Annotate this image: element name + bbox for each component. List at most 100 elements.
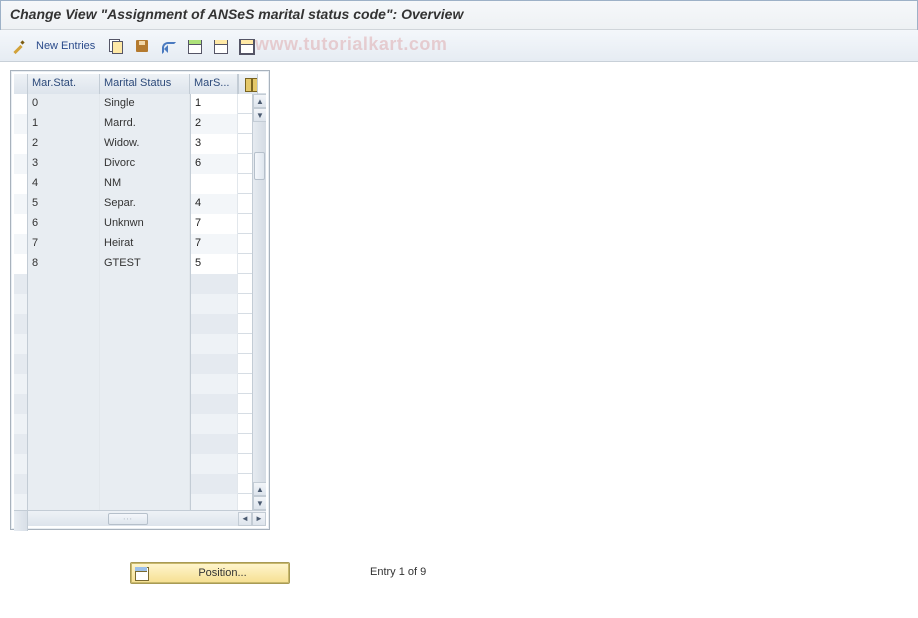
row-selector[interactable] (14, 154, 28, 174)
position-button[interactable]: Position... (130, 562, 290, 584)
horizontal-scrollbar[interactable]: ∙∙∙ ◄ ► (28, 511, 266, 526)
scroll-right-button[interactable]: ► (252, 512, 266, 526)
cell-maritalstatus (100, 434, 190, 454)
row-selector[interactable] (14, 354, 28, 374)
row-selector[interactable] (14, 454, 28, 474)
cell-marstat: 6 (28, 214, 100, 234)
row-selector[interactable] (14, 194, 28, 214)
table-row[interactable]: 0Single1 (14, 94, 252, 114)
select-all-button[interactable] (183, 35, 205, 57)
cell-mars[interactable] (190, 494, 238, 510)
row-selector[interactable] (14, 294, 28, 314)
scroll-page-down-button[interactable]: ▼ (253, 496, 266, 510)
configure-columns-button[interactable] (238, 74, 258, 94)
cell-maritalstatus: Single (100, 94, 190, 114)
vscroll-track[interactable] (253, 122, 266, 482)
row-selector[interactable] (14, 274, 28, 294)
table-row-empty[interactable] (14, 294, 252, 314)
table-row[interactable]: 1Marrd.2 (14, 114, 252, 134)
deselect-all-button[interactable] (235, 35, 257, 57)
cell-mars[interactable] (190, 414, 238, 434)
cell-marstat (28, 354, 100, 374)
col-header-mars[interactable]: MarS... (190, 74, 238, 94)
delete-button[interactable] (131, 35, 153, 57)
row-selector[interactable] (14, 474, 28, 494)
cell-mars[interactable]: 2 (190, 114, 238, 134)
cell-mars[interactable] (190, 174, 238, 194)
table-row-empty[interactable] (14, 354, 252, 374)
cell-mars[interactable] (190, 354, 238, 374)
scroll-down-button[interactable]: ▼ (253, 108, 266, 122)
table-row-empty[interactable] (14, 374, 252, 394)
copy-as-button[interactable] (105, 35, 127, 57)
table-row-empty[interactable] (14, 274, 252, 294)
row-selector[interactable] (14, 414, 28, 434)
row-selector[interactable] (14, 214, 28, 234)
table-row-empty[interactable] (14, 474, 252, 494)
new-entries-button[interactable]: New Entries (36, 40, 95, 52)
table-row[interactable]: 7Heirat7 (14, 234, 252, 254)
row-selector[interactable] (14, 114, 28, 134)
row-selector[interactable] (14, 174, 28, 194)
row-selector[interactable] (14, 494, 28, 510)
cell-mars[interactable] (190, 434, 238, 454)
undo-button[interactable] (157, 35, 179, 57)
table-row[interactable]: 2Widow.3 (14, 134, 252, 154)
cell-mars[interactable] (190, 474, 238, 494)
table-row[interactable]: 3Divorc6 (14, 154, 252, 174)
table-row-empty[interactable] (14, 454, 252, 474)
vertical-scrollbar[interactable]: ▲ ▼ ▲ ▼ (252, 94, 266, 510)
table-row-empty[interactable] (14, 414, 252, 434)
cell-marstat: 5 (28, 194, 100, 214)
cell-mars[interactable] (190, 454, 238, 474)
cell-marstat: 3 (28, 154, 100, 174)
scroll-page-up-button[interactable]: ▲ (253, 482, 266, 496)
cell-mars[interactable]: 7 (190, 234, 238, 254)
cell-mars[interactable]: 6 (190, 154, 238, 174)
row-selector-header[interactable] (14, 74, 28, 94)
cell-mars[interactable] (190, 274, 238, 294)
select-block-button[interactable] (209, 35, 231, 57)
select-block-icon (212, 38, 228, 54)
row-selector[interactable] (14, 254, 28, 274)
row-selector[interactable] (14, 134, 28, 154)
row-selector[interactable] (14, 394, 28, 414)
row-selector[interactable] (14, 334, 28, 354)
table-row[interactable]: 4NM (14, 174, 252, 194)
table-row[interactable]: 5Separ.4 (14, 194, 252, 214)
cell-mars[interactable]: 3 (190, 134, 238, 154)
cell-mars[interactable] (190, 394, 238, 414)
row-selector[interactable] (14, 94, 28, 114)
cell-mars[interactable]: 4 (190, 194, 238, 214)
cell-mars[interactable]: 5 (190, 254, 238, 274)
vscroll-thumb[interactable] (254, 152, 265, 180)
other-view-button[interactable] (8, 35, 30, 57)
cell-maritalstatus (100, 274, 190, 294)
entry-counter: Entry 1 of 9 (370, 566, 426, 578)
table-row-empty[interactable] (14, 434, 252, 454)
table-row-empty[interactable] (14, 314, 252, 334)
row-selector[interactable] (14, 234, 28, 254)
table-row[interactable]: 8GTEST5 (14, 254, 252, 274)
row-selector[interactable] (14, 314, 28, 334)
cell-mars[interactable]: 7 (190, 214, 238, 234)
table-row-empty[interactable] (14, 334, 252, 354)
table-row[interactable]: 6Unknwn7 (14, 214, 252, 234)
table-row-empty[interactable] (14, 394, 252, 414)
cell-mars[interactable] (190, 314, 238, 334)
row-selector[interactable] (14, 374, 28, 394)
cell-mars[interactable]: 1 (190, 94, 238, 114)
cell-mars[interactable] (190, 334, 238, 354)
cell-mars[interactable] (190, 294, 238, 314)
copy-icon (108, 38, 124, 54)
scroll-up-button[interactable]: ▲ (253, 94, 266, 108)
cell-maritalstatus (100, 354, 190, 374)
col-header-maritalstatus[interactable]: Marital Status (100, 74, 190, 94)
cell-mars[interactable] (190, 374, 238, 394)
hscroll-thumb[interactable]: ∙∙∙ (108, 513, 148, 525)
table-row-empty[interactable] (14, 494, 252, 510)
cell-maritalstatus (100, 294, 190, 314)
scroll-left-button[interactable]: ◄ (238, 512, 252, 526)
col-header-marstat[interactable]: Mar.Stat. (28, 74, 100, 94)
row-selector[interactable] (14, 434, 28, 454)
